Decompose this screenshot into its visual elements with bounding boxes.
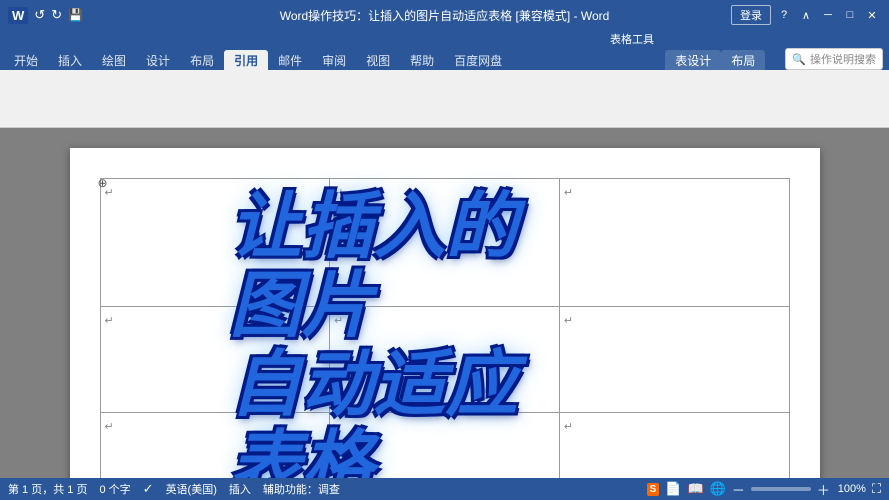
table-tools-label: 表格工具 (600, 31, 664, 47)
zoom-in-button[interactable]: ＋ (817, 480, 830, 499)
minimize-button[interactable]: ─ (819, 6, 837, 24)
cell-return-symbol: ↵ (334, 315, 343, 327)
table-cell-r1c2[interactable]: ↵ (330, 179, 560, 307)
zoom-out-button[interactable]: － (732, 480, 745, 499)
spell-check-icon[interactable]: ✓ (143, 481, 154, 497)
fit-page-icon[interactable]: ⛶ (872, 481, 881, 497)
tab-view[interactable]: 视图 (356, 50, 400, 70)
cell-return-symbol: ↵ (334, 187, 343, 199)
tab-draw[interactable]: 绘图 (92, 50, 136, 70)
cell-return-symbol: ↵ (105, 315, 114, 327)
window-title: Word操作技巧：让插入的图片自动适应表格 [兼容模式] - Word (280, 7, 610, 24)
ribbon-tab-bar: 开始 插入 绘图 设计 布局 引用 邮件 审阅 视图 帮助 百度网盘 表设计 布… (0, 48, 889, 70)
status-bar-left: 第 1 页，共 1 页 0 个字 ✓ 英语(美国) 插入 辅助功能：调查 (8, 481, 340, 497)
search-placeholder: 操作说明搜索 (810, 51, 876, 67)
ribbon-collapse-icon[interactable]: ∧ (797, 6, 815, 24)
tab-review[interactable]: 审阅 (312, 50, 356, 70)
cell-return-symbol: ↵ (564, 315, 573, 327)
tab-references[interactable]: 引用 (224, 50, 268, 70)
document-table: ↵ ↵ ↵ ↵ ↵ ↵ (100, 178, 790, 478)
ribbon-group-placeholder (8, 74, 224, 124)
table-move-handle[interactable]: ⊕ (98, 176, 112, 190)
search-box[interactable]: 🔍 操作说明搜索 (785, 48, 883, 70)
title-bar-left: W ↺ ↻ 💾 (8, 7, 83, 24)
table-cell-r1c3[interactable]: ↵ (559, 179, 789, 307)
document-area: ⊕ ↵ ↵ ↵ ↵ ↵ (0, 128, 889, 478)
cell-return-symbol: ↵ (105, 421, 114, 433)
accessibility-label[interactable]: 辅助功能：调查 (263, 481, 340, 497)
cell-return-symbol: ↵ (564, 421, 573, 433)
view-read-icon[interactable]: 📖 (687, 481, 703, 497)
tab-baidu[interactable]: 百度网盘 (444, 50, 512, 70)
table-cell-r2c1[interactable]: ↵ (100, 306, 330, 412)
help-icon[interactable]: ? (775, 6, 793, 24)
table-cell-r3c1[interactable]: ↵ (100, 412, 330, 478)
table-cell-r3c3[interactable]: ↵ (559, 412, 789, 478)
tab-table-layout[interactable]: 布局 (721, 50, 765, 70)
view-web-icon[interactable]: 🌐 (710, 481, 726, 497)
table-cell-r3c2[interactable] (330, 412, 560, 478)
search-icon: 🔍 (792, 53, 806, 66)
sogou-icon[interactable]: S (647, 483, 660, 496)
ribbon-content-area (16, 79, 216, 119)
page-count: 第 1 页，共 1 页 (8, 481, 87, 497)
restore-button[interactable]: □ (841, 6, 859, 24)
tab-insert[interactable]: 插入 (48, 50, 92, 70)
tab-design[interactable]: 设计 (136, 50, 180, 70)
zoom-level[interactable]: 100% (836, 483, 866, 495)
tab-start[interactable]: 开始 (4, 50, 48, 70)
word-app-icon: W (8, 7, 28, 24)
tab-layout[interactable]: 布局 (180, 50, 224, 70)
document-page: ⊕ ↵ ↵ ↵ ↵ ↵ (70, 148, 820, 478)
insert-mode-label[interactable]: 插入 (229, 481, 251, 497)
ribbon-toolbar (0, 70, 889, 128)
quick-access-undo[interactable]: ↺ (34, 7, 45, 23)
tab-table-design[interactable]: 表设计 (665, 50, 721, 70)
status-bar-right: S 📄 📖 🌐 － ＋ 100% ⛶ (647, 480, 881, 499)
quick-access-redo[interactable]: ↻ (51, 7, 62, 23)
title-bar: W ↺ ↻ 💾 Word操作技巧：让插入的图片自动适应表格 [兼容模式] - W… (0, 0, 889, 30)
login-button[interactable]: 登录 (731, 5, 771, 25)
table-cell-r1c1[interactable]: ↵ (100, 179, 330, 307)
language-label[interactable]: 英语(美国) (166, 481, 217, 497)
table-tools-bar: 表格工具 (0, 30, 889, 48)
cell-return-symbol: ↵ (564, 187, 573, 199)
quick-access-save[interactable]: 💾 (68, 8, 83, 22)
status-bar: 第 1 页，共 1 页 0 个字 ✓ 英语(美国) 插入 辅助功能：调查 S 📄… (0, 478, 889, 500)
view-print-icon[interactable]: 📄 (665, 481, 681, 497)
char-count: 0 个字 (99, 481, 130, 497)
title-bar-controls: 登录 ? ∧ ─ □ ✕ (731, 5, 881, 25)
zoom-slider[interactable] (751, 487, 811, 491)
tab-help[interactable]: 帮助 (400, 50, 444, 70)
table-cell-r2c2[interactable]: ↵ (330, 306, 560, 412)
tab-mailing[interactable]: 邮件 (268, 50, 312, 70)
close-button[interactable]: ✕ (863, 6, 881, 24)
table-cell-r2c3[interactable]: ↵ (559, 306, 789, 412)
